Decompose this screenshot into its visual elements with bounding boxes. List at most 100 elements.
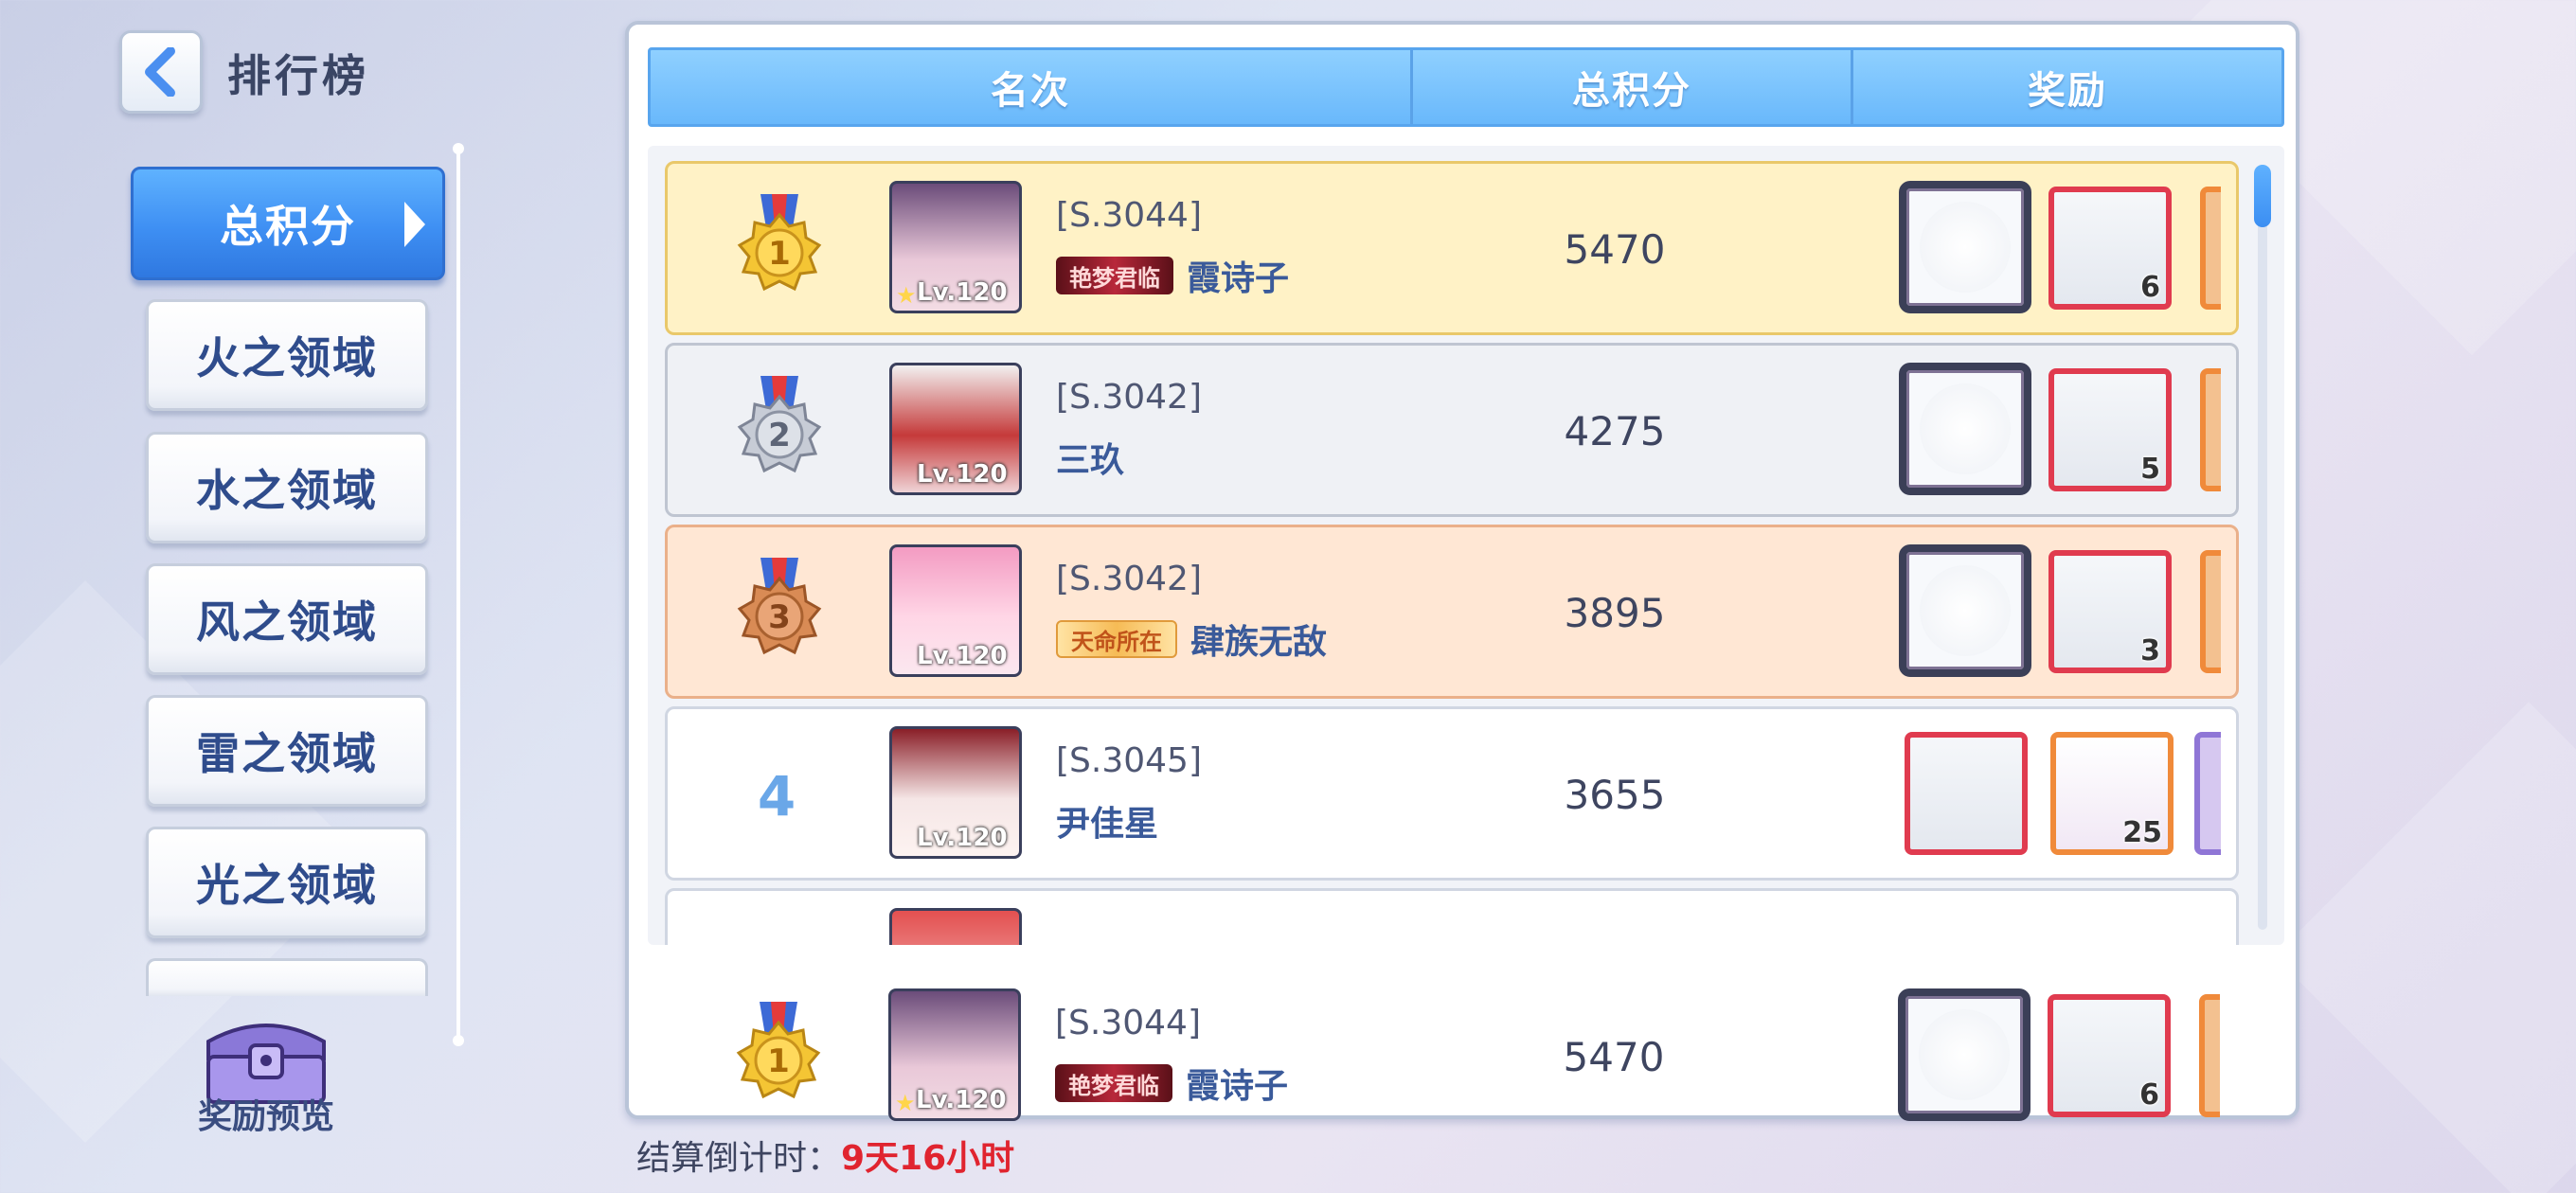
item-reward-icon[interactable] xyxy=(2200,368,2221,491)
player-level: Lv.120 xyxy=(916,1086,1007,1114)
header-reward: 奖励 xyxy=(2028,69,2107,113)
category-tab-thunder[interactable]: 雷之领域 xyxy=(146,695,428,807)
ranking-row[interactable] xyxy=(665,888,2239,945)
reward-items: 6 xyxy=(1899,181,2221,321)
category-tab-label: 水之领域 xyxy=(196,465,378,516)
category-tab-label: 风之领域 xyxy=(196,596,378,648)
player-level: Lv.120 xyxy=(917,460,1008,489)
reward-quantity: 6 xyxy=(2140,271,2160,304)
ranking-row[interactable]: 2 Lv.120 [S.3042] 三玖 4275 5 xyxy=(665,343,2239,517)
title-badge: 艳梦君临 xyxy=(1056,257,1173,294)
ticket-reward-icon[interactable]: 25 xyxy=(2050,732,2174,855)
category-tab-label: 火之领域 xyxy=(196,332,378,383)
svg-text:1: 1 xyxy=(767,1042,790,1080)
reward-quantity: 5 xyxy=(2140,453,2160,486)
crystal-reward-icon[interactable]: 6 xyxy=(2048,187,2172,310)
reward-items: 6 xyxy=(1898,988,2220,1129)
reward-quantity: 25 xyxy=(2122,816,2162,849)
gold-medal-icon: 1 xyxy=(737,194,822,292)
table-header: 名次 总积分 奖励 xyxy=(648,47,2284,127)
category-tab-label: 总积分 xyxy=(220,201,356,252)
header-rank: 名次 xyxy=(651,50,1413,124)
player-avatar[interactable]: ★ Lv.120 xyxy=(888,988,1021,1121)
player-avatar[interactable]: Lv.120 xyxy=(889,544,1022,677)
player-avatar[interactable]: Lv.120 xyxy=(889,363,1022,495)
bronze-medal-icon: 3 xyxy=(737,558,822,655)
rank-number: 4 xyxy=(757,764,796,828)
player-score: 4275 xyxy=(1564,408,1666,454)
player-level: Lv.120 xyxy=(917,642,1008,670)
ranking-row[interactable]: 1 ★ Lv.120 [S.3044] 艳梦君临 霞诗子 5470 6 xyxy=(665,161,2239,335)
item-reward-icon[interactable] xyxy=(2199,994,2220,1117)
title-badge: 天命所在 xyxy=(1056,620,1177,658)
title-badge: 艳梦君临 xyxy=(1055,1064,1172,1102)
item-reward-icon[interactable] xyxy=(2194,732,2221,855)
player-name: 三玖 xyxy=(1056,441,1125,480)
avatar-frame-reward-icon[interactable] xyxy=(1899,363,2031,495)
list-scrollbar-thumb[interactable] xyxy=(2254,165,2271,227)
reward-items: 3 xyxy=(1899,544,2221,685)
sidebar-scrollbar[interactable] xyxy=(453,143,464,1046)
list-scrollbar-track[interactable] xyxy=(2258,165,2267,930)
category-tab-total-score[interactable]: 总积分 xyxy=(131,167,445,280)
avatar-frame-reward-icon[interactable] xyxy=(1899,181,2031,313)
svg-text:3: 3 xyxy=(768,598,791,636)
avatar-frame-reward-icon[interactable] xyxy=(1899,544,2031,677)
countdown-value: 9天16小时 xyxy=(841,1139,1015,1178)
player-server: [S.3045] xyxy=(1056,741,1203,780)
crystal-reward-icon[interactable]: 3 xyxy=(2048,550,2172,673)
crystal-reward-icon[interactable] xyxy=(1905,732,2028,855)
back-button[interactable] xyxy=(119,30,203,114)
reward-preview-label[interactable]: 奖励预览 xyxy=(186,1089,347,1138)
svg-text:1: 1 xyxy=(768,235,791,273)
category-tab-water[interactable]: 水之领域 xyxy=(146,432,428,543)
category-tab-fire[interactable]: 火之领域 xyxy=(146,299,428,411)
avatar-frame-reward-icon[interactable] xyxy=(1898,988,2030,1121)
reward-items: 25 xyxy=(1899,726,2221,866)
player-name: 肆族无敌 xyxy=(1190,623,1328,662)
player-server: [S.3042] xyxy=(1056,560,1203,598)
svg-text:2: 2 xyxy=(768,417,791,454)
player-server: [S.3044] xyxy=(1056,196,1203,235)
reward-items: 5 xyxy=(1899,363,2221,503)
ranking-row[interactable]: 4 Lv.120 [S.3045] 尹佳星 3655 25 xyxy=(665,706,2239,881)
player-score: 5470 xyxy=(1564,226,1666,273)
player-server: [S.3042] xyxy=(1056,378,1203,417)
gold-medal-icon: 1 xyxy=(736,1002,821,1099)
category-tab-label: 光之领域 xyxy=(196,860,378,911)
item-reward-icon[interactable] xyxy=(2200,187,2221,310)
player-score: 3895 xyxy=(1564,590,1666,636)
ranking-list[interactable]: 1 ★ Lv.120 [S.3044] 艳梦君临 霞诗子 5470 6 2 Lv… xyxy=(648,146,2284,945)
page-title: 排行榜 xyxy=(227,50,369,101)
player-avatar[interactable] xyxy=(889,908,1022,945)
settlement-countdown: 结算倒计时：9天16小时 xyxy=(636,1131,1014,1180)
reward-quantity: 6 xyxy=(2139,1078,2159,1112)
ranking-row[interactable]: 3 Lv.120 [S.3042] 天命所在 肆族无敌 3895 3 xyxy=(665,525,2239,699)
category-tab-label: 雷之领域 xyxy=(196,728,378,779)
countdown-label: 结算倒计时： xyxy=(636,1139,842,1178)
item-reward-icon[interactable] xyxy=(2200,550,2221,673)
my-ranking-row[interactable]: 1 ★ Lv.120 [S.3044] 艳梦君临 霞诗子 5470 6 xyxy=(667,971,2239,1146)
player-score: 5470 xyxy=(1563,1034,1665,1080)
player-server: [S.3044] xyxy=(1055,1004,1202,1042)
player-name: 霞诗子 xyxy=(1187,259,1290,298)
category-tab-light[interactable]: 光之领域 xyxy=(146,827,428,938)
crystal-reward-icon[interactable]: 6 xyxy=(2048,994,2171,1117)
player-name: 霞诗子 xyxy=(1186,1067,1289,1106)
player-name: 尹佳星 xyxy=(1056,805,1159,844)
star-icon: ★ xyxy=(896,282,917,309)
leaderboard-panel: 名次 总积分 奖励 1 ★ Lv.120 [S.3044] 艳梦君临 霞诗子 5… xyxy=(625,21,2299,1121)
category-tab-wind[interactable]: 风之领域 xyxy=(146,563,428,675)
silver-medal-icon: 2 xyxy=(737,376,822,473)
chevron-left-icon xyxy=(145,47,175,97)
header-score: 总积分 xyxy=(1413,50,1853,124)
player-avatar[interactable]: ★ Lv.120 xyxy=(889,181,1022,313)
reward-quantity: 3 xyxy=(2140,634,2160,668)
play-arrow-icon xyxy=(404,202,425,247)
category-tab-partial[interactable] xyxy=(146,958,428,996)
player-score: 3655 xyxy=(1564,772,1666,818)
star-icon: ★ xyxy=(895,1090,916,1116)
crystal-reward-icon[interactable]: 5 xyxy=(2048,368,2172,491)
player-avatar[interactable]: Lv.120 xyxy=(889,726,1022,859)
background-shape xyxy=(2274,702,2576,1193)
